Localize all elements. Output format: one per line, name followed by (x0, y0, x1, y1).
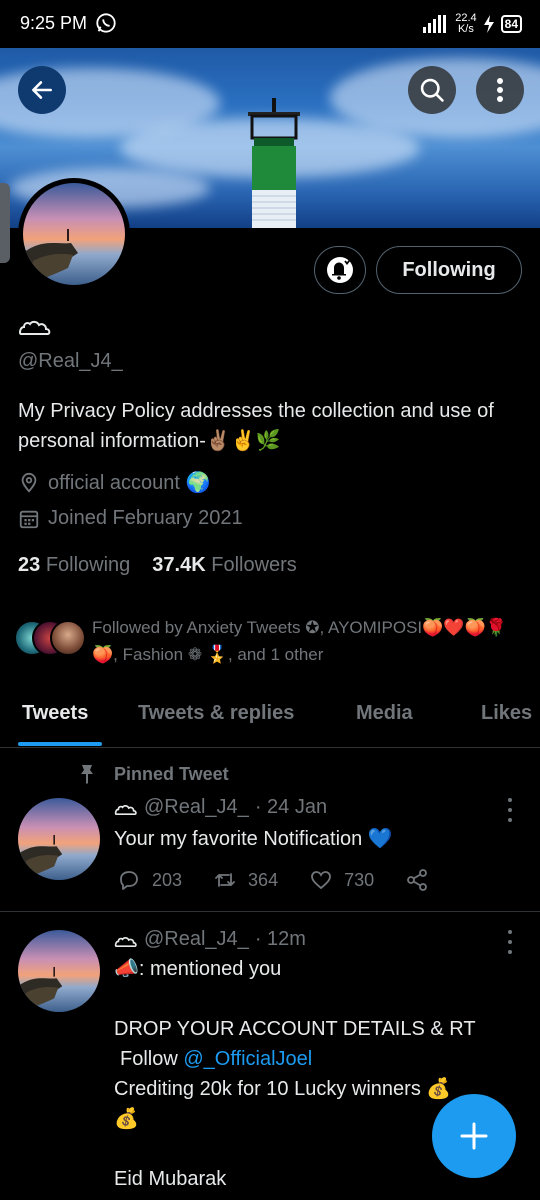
calendar-icon (19, 510, 39, 528)
network-speed-unit: K/s (457, 23, 474, 35)
avatar-image (23, 183, 125, 285)
tab-media[interactable]: Media (356, 702, 413, 725)
location-pin-icon (21, 472, 37, 493)
followed-by-text[interactable]: Followed by Anxiety Tweets ✪, AYOMIPOSI🍑… (92, 614, 532, 668)
compose-plus-icon (460, 1122, 488, 1150)
follower-avatar (50, 620, 86, 656)
notifications-bell-button[interactable] (314, 246, 366, 294)
followers-count: 37.4K (152, 554, 206, 576)
like-count: 730 (344, 869, 375, 890)
profile-location: official account 🌍 (18, 470, 210, 495)
cloud-icon (114, 804, 137, 815)
location-text: official account 🌍 (48, 472, 211, 494)
tweet-time: · 24 Jan (254, 796, 328, 818)
retweet-button[interactable]: 364 (212, 868, 278, 892)
cloud-icon (19, 320, 51, 335)
profile-tabs: Tweets Tweets & replies Media Likes (0, 690, 540, 748)
following-count-link[interactable]: 23 Following (18, 554, 130, 577)
tweet-line: DROP YOUR ACCOUNT DETAILS & RT (114, 1018, 476, 1040)
charging-icon (483, 15, 494, 33)
battery-level: 84 (500, 15, 522, 33)
pin-icon (81, 765, 93, 784)
joined-text: Joined February 2021 (48, 507, 243, 529)
following-count: 23 (18, 554, 41, 576)
following-count-label: Following (45, 554, 131, 576)
active-tab-indicator (18, 742, 102, 746)
tab-tweets[interactable]: Tweets (22, 702, 88, 725)
profile-joined: Joined February 2021 (18, 507, 243, 530)
status-bar: 9:25 PM 22.4 K/s 84 (0, 0, 540, 48)
search-button[interactable] (408, 66, 456, 114)
share-button[interactable] (404, 868, 430, 892)
tweet-avatar[interactable] (18, 798, 100, 880)
compose-tweet-button[interactable] (432, 1094, 516, 1178)
tweet-header: @Real_J4_ · 24 Jan (114, 796, 327, 819)
heart-icon (311, 871, 331, 890)
pinned-label: Pinned Tweet (114, 764, 229, 784)
profile-counts: 23 Following 37.4K Followers (18, 554, 297, 577)
tweet-header: @Real_J4_ · 12m (114, 928, 306, 951)
more-options-button[interactable] (476, 66, 524, 114)
followed-by-avatars[interactable] (14, 620, 86, 656)
tweet-actions: 203 364 730 (116, 868, 460, 892)
share-icon (407, 869, 428, 891)
signal-icon (423, 15, 447, 33)
follow-prefix: Follow (120, 1048, 184, 1070)
tweet-avatar[interactable] (18, 930, 100, 1012)
retweet-count: 364 (248, 869, 279, 890)
following-button[interactable]: Following (376, 246, 522, 294)
cloud-icon (114, 936, 137, 947)
more-vertical-icon (497, 78, 503, 102)
back-arrow-icon (32, 81, 52, 99)
notification-bell-icon (327, 257, 353, 283)
reply-button[interactable]: 203 (116, 868, 182, 892)
tweet-more-button[interactable] (502, 798, 518, 822)
lighthouse-image (248, 98, 300, 228)
followers-count-label: Followers (211, 554, 297, 576)
mention-link[interactable]: @_OfficialJoel (183, 1048, 312, 1070)
tweet-time: · 12m (254, 928, 306, 950)
retweet-icon (215, 873, 235, 887)
followers-count-link[interactable]: 37.4K Followers (152, 554, 297, 577)
back-button[interactable] (18, 66, 66, 114)
reply-icon (120, 871, 138, 890)
tweet-line: 📣: mentioned you (114, 958, 282, 980)
tweet-text: Your my favorite Notification 💙 (114, 828, 393, 850)
whatsapp-icon (96, 13, 116, 33)
network-speed: 22.4 K/s (455, 13, 476, 35)
avatar-image (18, 798, 100, 880)
tweet-handle[interactable]: @Real_J4_ (144, 928, 249, 951)
like-button[interactable]: 730 (308, 868, 374, 892)
tweet-line: Follow @_OfficialJoel (114, 1044, 514, 1074)
tweet-more-button[interactable] (502, 930, 518, 954)
reply-count: 203 (152, 869, 183, 890)
edge-panel-handle[interactable] (0, 183, 10, 263)
avatar-image (18, 930, 100, 1012)
search-icon (420, 78, 444, 102)
profile-avatar[interactable] (18, 178, 130, 290)
tweet-handle[interactable]: @Real_J4_ (144, 796, 249, 819)
tab-tweets-and-replies[interactable]: Tweets & replies (138, 702, 294, 725)
profile-bio: My Privacy Policy addresses the collecti… (18, 400, 494, 452)
tab-likes[interactable]: Likes (481, 702, 532, 725)
profile-handle: @Real_J4_ (18, 350, 123, 372)
tweet-pinned[interactable]: Pinned Tweet @Real_J4_ · 24 Jan Your my … (0, 760, 540, 910)
status-time: 9:25 PM (20, 13, 88, 33)
